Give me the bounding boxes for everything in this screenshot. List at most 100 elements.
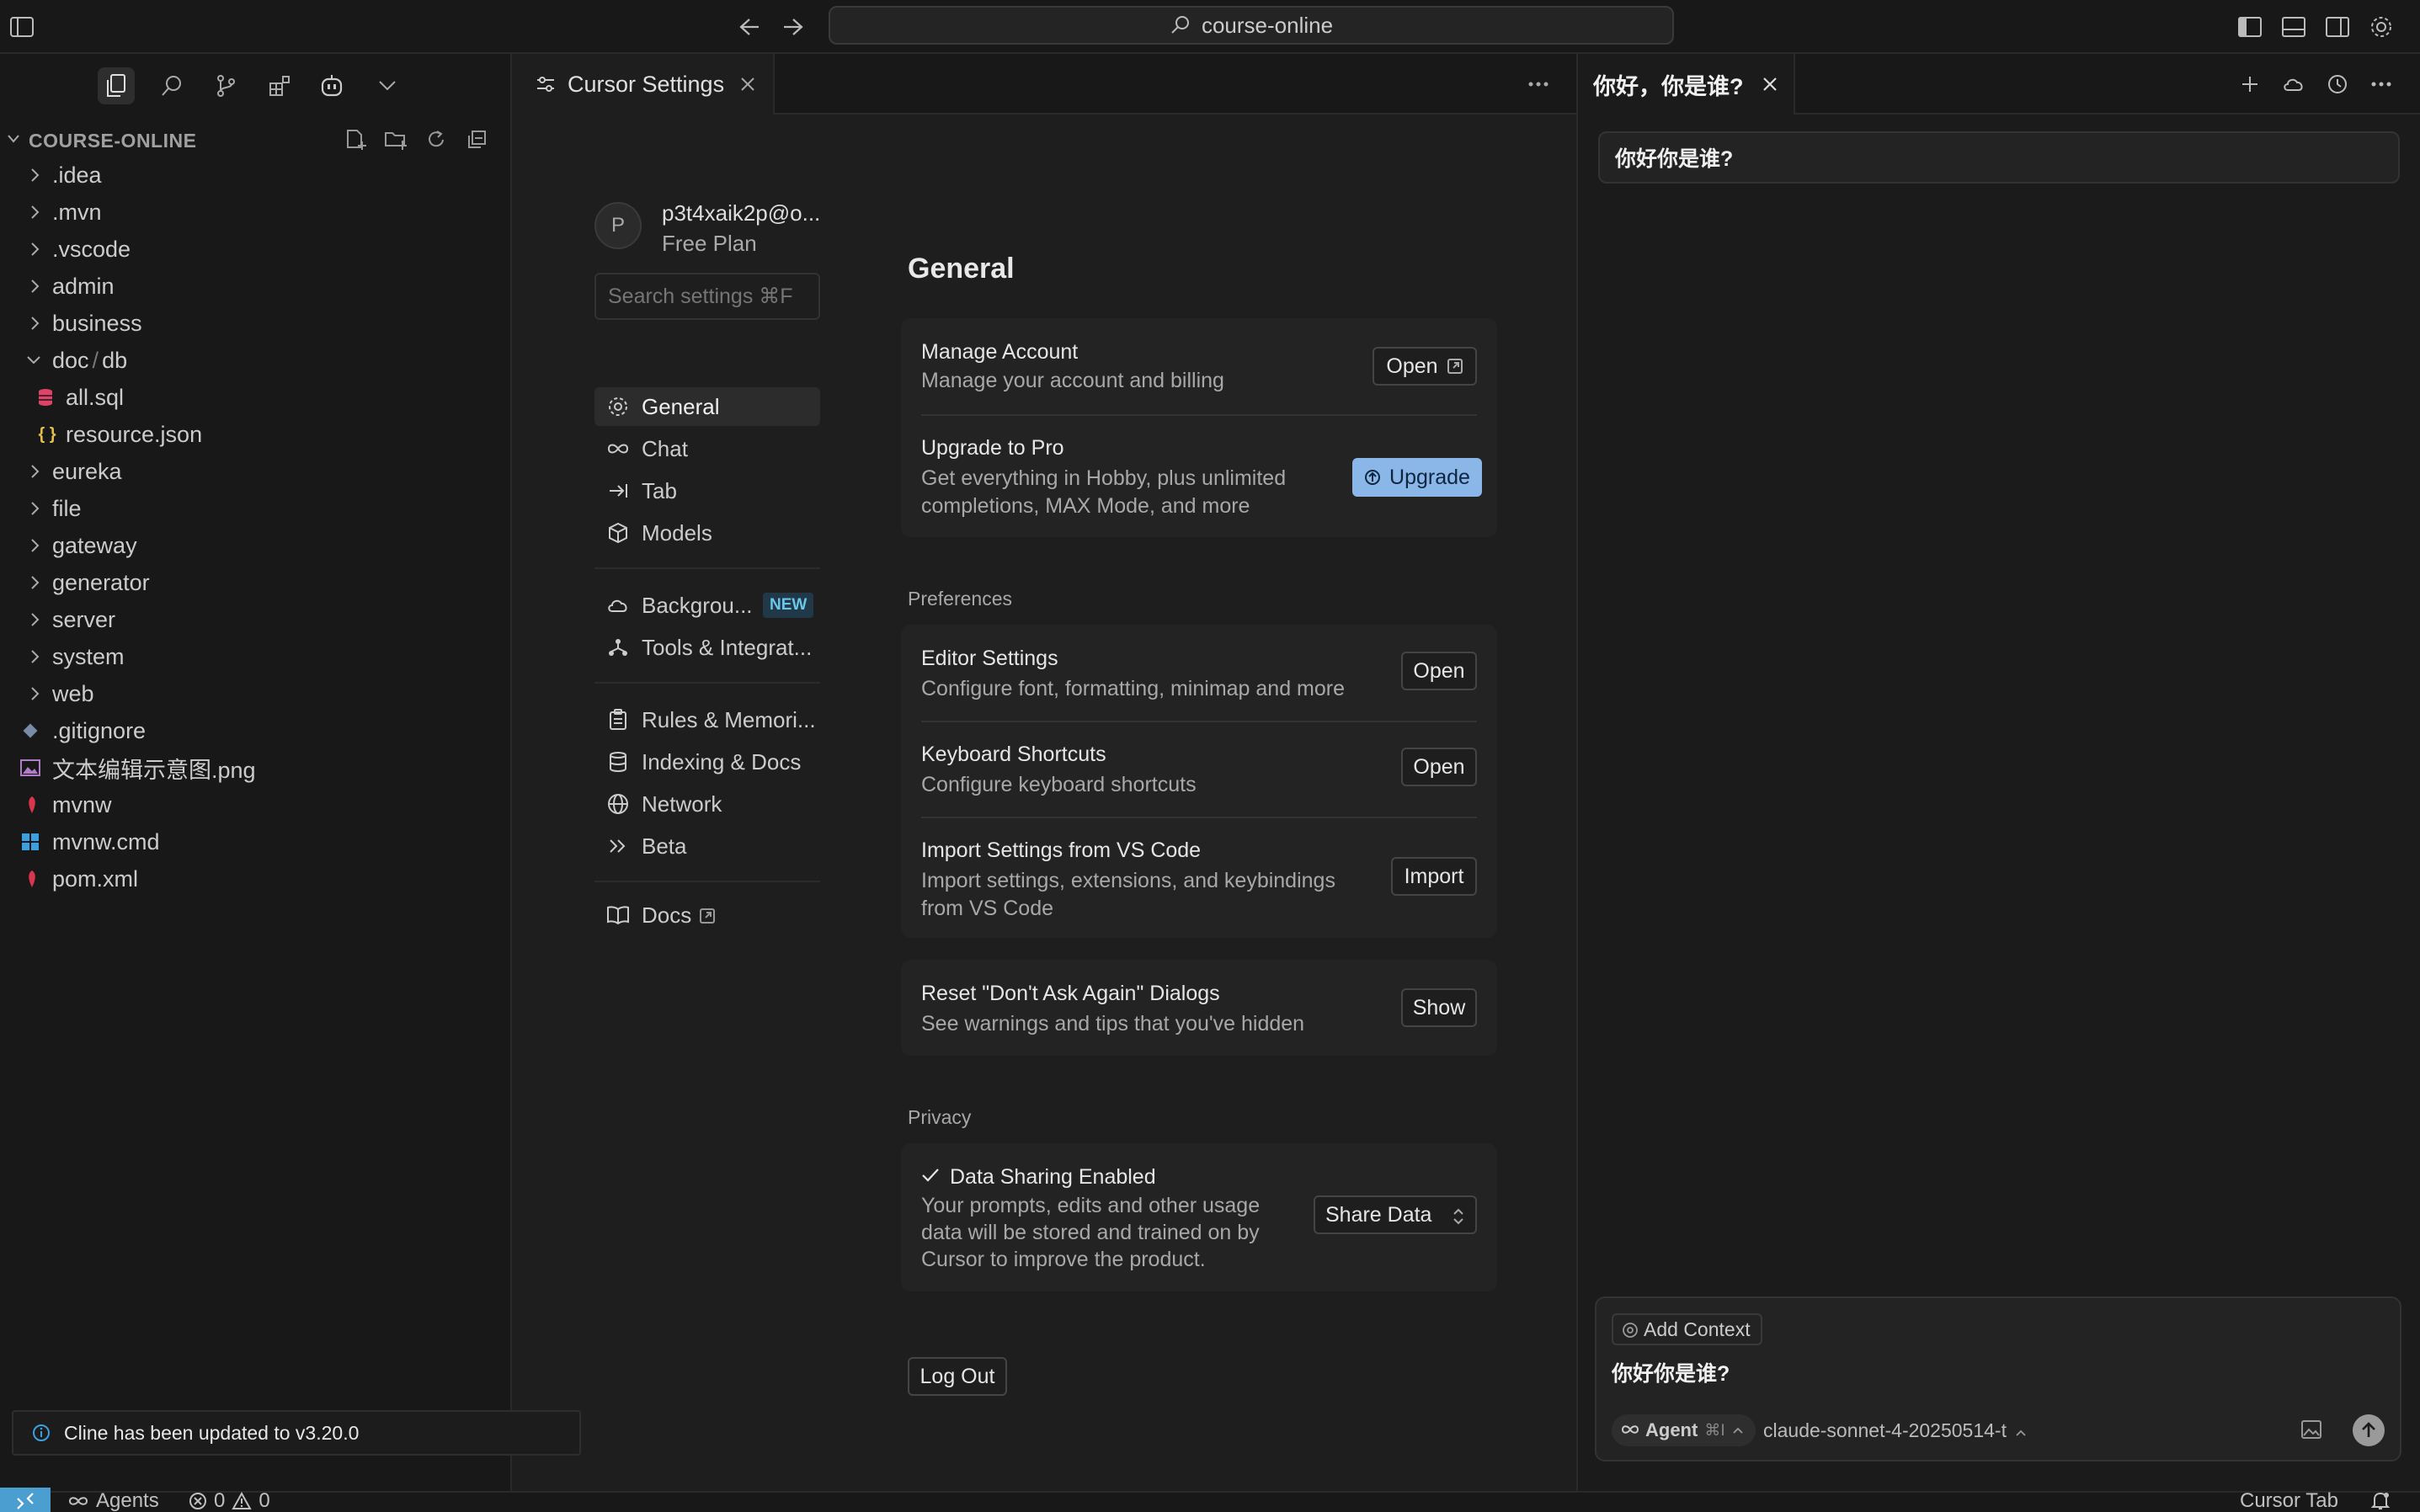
extensions-icon[interactable] bbox=[261, 67, 298, 104]
nav-item-indexing-docs[interactable]: Indexing & Docs bbox=[594, 743, 820, 781]
forward-arrow-icon[interactable] bbox=[778, 12, 808, 42]
nav-item-tab[interactable]: Tab bbox=[594, 471, 820, 510]
at-sign-icon bbox=[1622, 1322, 1639, 1339]
nav-item-tools-integrations[interactable]: Tools & Integrat... bbox=[594, 628, 820, 667]
new-folder-icon[interactable] bbox=[382, 126, 409, 153]
share-data-select[interactable]: Share Data bbox=[1314, 1195, 1477, 1234]
search-icon[interactable] bbox=[153, 67, 190, 104]
logout-button[interactable]: Log Out bbox=[908, 1357, 1007, 1396]
chat-composer[interactable]: Add Context 你好你是谁? Agent ⌘I claude-sonne… bbox=[1595, 1296, 2401, 1461]
back-arrow-icon[interactable] bbox=[734, 12, 765, 42]
remote-indicator[interactable] bbox=[0, 1488, 51, 1512]
nav-item-rules-memories[interactable]: Rules & Memori... bbox=[594, 700, 820, 739]
remote-connection-icon bbox=[15, 1492, 35, 1510]
tree-file-resource-json[interactable]: { } resource.json bbox=[0, 416, 510, 453]
new-file-icon[interactable] bbox=[342, 126, 369, 153]
nav-item-network[interactable]: Network bbox=[594, 785, 820, 823]
settings-search-input[interactable] bbox=[594, 273, 820, 320]
nav-item-background-agents[interactable]: Backgrou... NEW bbox=[594, 586, 820, 625]
tree-file-pom-xml[interactable]: pom.xml bbox=[0, 860, 510, 897]
more-views-chevron-icon[interactable] bbox=[369, 67, 406, 104]
reset-dialogs-show-button[interactable]: Show bbox=[1401, 988, 1477, 1027]
cloud-icon[interactable] bbox=[2279, 69, 2309, 99]
composer-input[interactable]: 你好你是谁? bbox=[1612, 1357, 1730, 1387]
chat-tab[interactable]: 你好，你是谁? bbox=[1578, 54, 1795, 114]
more-actions-icon[interactable] bbox=[2366, 69, 2396, 99]
error-count: 0 bbox=[214, 1488, 226, 1512]
tree-item-label: gateway bbox=[52, 532, 137, 558]
agents-status-item[interactable]: Agents bbox=[67, 1488, 159, 1512]
tree-folder-vscode[interactable]: .vscode bbox=[0, 231, 510, 268]
file-tree: .idea .mvn .vscode admin business doc / db… bbox=[0, 157, 510, 897]
command-center-search[interactable]: course-online bbox=[829, 6, 1674, 45]
tree-file-gitignore[interactable]: .gitignore bbox=[0, 712, 510, 749]
keyboard-shortcuts-open-button[interactable]: Open bbox=[1401, 748, 1477, 786]
explorer-files-icon[interactable] bbox=[98, 67, 135, 104]
tree-folder-admin[interactable]: admin bbox=[0, 268, 510, 305]
refresh-icon[interactable] bbox=[423, 126, 450, 153]
upgrade-button[interactable]: Upgrade bbox=[1352, 458, 1482, 497]
nav-item-general[interactable]: General bbox=[594, 387, 820, 426]
history-clock-icon[interactable] bbox=[2322, 69, 2353, 99]
warning-icon bbox=[232, 1491, 253, 1510]
cursor-tab-status-item[interactable]: Cursor Tab bbox=[2240, 1488, 2338, 1512]
tree-folder-doc-db[interactable]: doc / db bbox=[0, 342, 510, 379]
collapse-all-icon[interactable] bbox=[463, 126, 490, 153]
tree-folder-server[interactable]: server bbox=[0, 601, 510, 638]
tree-folder-idea[interactable]: .idea bbox=[0, 157, 510, 194]
import-settings-button[interactable]: Import bbox=[1391, 857, 1477, 896]
tree-folder-eureka[interactable]: eureka bbox=[0, 453, 510, 490]
tree-item-label: .gitignore bbox=[52, 717, 147, 743]
new-chat-plus-icon[interactable] bbox=[2235, 69, 2265, 99]
image-attach-icon[interactable] bbox=[2300, 1419, 2322, 1440]
settings-gear-icon[interactable] bbox=[2366, 12, 2396, 42]
nav-label: Indexing & Docs bbox=[642, 748, 802, 775]
tree-file-mvnw[interactable]: mvnw bbox=[0, 786, 510, 823]
tree-folder-generator[interactable]: generator bbox=[0, 564, 510, 601]
nav-item-beta[interactable]: Beta bbox=[594, 827, 820, 865]
tree-item-label: all.sql bbox=[66, 384, 125, 410]
toggle-sidebar-left-icon[interactable] bbox=[2235, 12, 2265, 42]
tree-folder-mvn[interactable]: .mvn bbox=[0, 194, 510, 231]
nav-item-models[interactable]: Models bbox=[594, 514, 820, 552]
manage-account-open-button[interactable]: Open bbox=[1373, 347, 1477, 386]
tree-item-suffix: db bbox=[102, 347, 128, 373]
editor-settings-open-button[interactable]: Open bbox=[1401, 652, 1477, 690]
chevron-right-icon bbox=[31, 650, 40, 663]
tree-file-mvnw-cmd[interactable]: mvnw.cmd bbox=[0, 823, 510, 860]
tree-file-png[interactable]: 文本编辑示意图.png bbox=[0, 749, 510, 786]
close-icon[interactable] bbox=[739, 76, 756, 93]
cline-robot-icon[interactable] bbox=[313, 67, 350, 104]
tree-folder-business[interactable]: business bbox=[0, 305, 510, 342]
tree-folder-system[interactable]: system bbox=[0, 638, 510, 675]
add-context-button[interactable]: Add Context bbox=[1612, 1313, 1762, 1345]
agent-mode-selector[interactable]: Agent ⌘I bbox=[1612, 1414, 1756, 1446]
model-selector[interactable]: claude-sonnet-4-20250514-t bbox=[1763, 1419, 2027, 1442]
problems-status-item[interactable]: 0 0 bbox=[189, 1488, 270, 1512]
tree-folder-file[interactable]: file bbox=[0, 490, 510, 527]
explorer-sidebar: COURSE-ONLINE .idea .mvn .vscode admin b… bbox=[0, 54, 512, 1491]
more-actions-icon[interactable] bbox=[1527, 76, 1549, 93]
update-notification-toast[interactable]: Cline has been updated to v3.20.0 bbox=[12, 1410, 581, 1456]
chevron-right-icon bbox=[31, 280, 40, 293]
send-button[interactable] bbox=[2353, 1414, 2385, 1446]
toggle-panel-icon[interactable] bbox=[2279, 12, 2309, 42]
nav-label: Backgrou... bbox=[642, 592, 753, 618]
tree-folder-gateway[interactable]: gateway bbox=[0, 527, 510, 564]
tree-file-all-sql[interactable]: all.sql bbox=[0, 379, 510, 416]
nav-item-chat[interactable]: Chat bbox=[594, 429, 820, 468]
tab-cursor-settings[interactable]: Cursor Settings bbox=[512, 54, 775, 114]
source-control-icon[interactable] bbox=[207, 67, 244, 104]
close-icon[interactable] bbox=[1762, 76, 1778, 93]
nav-item-docs[interactable]: Docs bbox=[594, 896, 820, 934]
user-message-bubble[interactable]: 你好你是谁? bbox=[1598, 131, 2400, 184]
toggle-secondary-sidebar-icon[interactable] bbox=[2322, 12, 2353, 42]
notifications-bell-icon[interactable] bbox=[2371, 1488, 2390, 1512]
collapse-chevron-icon[interactable] bbox=[7, 133, 20, 145]
add-context-label: Add Context bbox=[1644, 1318, 1751, 1340]
upgrade-arrow-icon bbox=[1364, 469, 1381, 486]
account-card: Manage Account Manage your account and b… bbox=[901, 318, 1497, 537]
tree-folder-web[interactable]: web bbox=[0, 675, 510, 712]
setting-title: Data Sharing Enabled bbox=[950, 1165, 1156, 1189]
toggle-primary-sidebar-icon[interactable] bbox=[7, 12, 37, 42]
